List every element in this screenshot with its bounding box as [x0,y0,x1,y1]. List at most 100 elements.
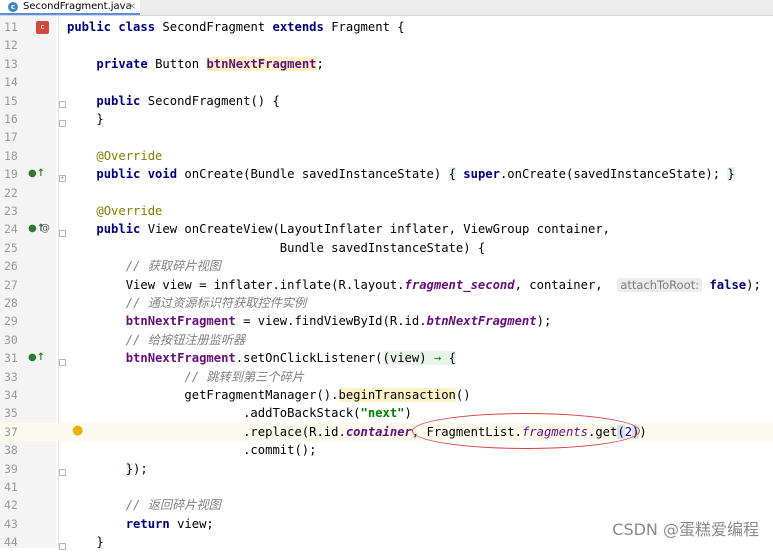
line-number: 43 [4,516,18,531]
code-line-current: 37 .replace(R.id.container, FragmentList… [0,422,773,442]
line-number: 23 [4,204,18,218]
line-number: 25 [4,240,18,255]
line-number: 35 [4,406,18,421]
code-line: 29 btnNextFragment = view.findViewById(R… [0,312,773,330]
line-number: 44 [4,535,18,550]
code-line: 19 public void onCreate(Bundle savedInst… [0,165,773,183]
close-icon[interactable]: × [128,0,136,13]
fold-marker[interactable] [59,230,66,237]
code-text: private Button btnNextFragment; [96,56,324,71]
line-number: 16 [4,112,18,126]
fold-marker[interactable] [59,543,66,550]
fold-marker[interactable] [59,101,66,108]
code-text: @Override [96,204,163,218]
code-line: 14 [0,73,773,91]
java-class-icon: c [8,2,18,12]
code-text: // 跳转到第三个碎片 [184,369,304,384]
code-text: getFragmentManager().beginTransaction() [67,388,471,402]
code-line: 13 private Button btnNextFragment; [0,55,773,73]
code-line: 11 public class SecondFragment extends F… [0,18,773,36]
code-line: 27 View view = inflater.inflate(R.layout… [0,276,773,294]
line-number: 28 [4,296,18,310]
code-line: 22 [0,184,773,202]
code-line: 34 getFragmentManager().beginTransaction… [0,386,773,404]
code-line: 17 [0,128,773,146]
tab-second-fragment[interactable]: c SecondFragment.java × [0,0,140,15]
code-line: 41 [0,478,773,496]
line-number: 42 [4,498,18,513]
line-number: 39 [4,461,18,476]
code-text: }); [125,461,148,476]
line-number: 12 [4,38,18,53]
line-number: 34 [4,388,18,402]
line-number: 14 [4,75,18,90]
line-number: 19 [4,167,18,182]
code-text: // 通过资源标识符获取控件实例 [125,296,307,310]
code-line: 24 public View onCreateView(LayoutInflat… [0,220,773,238]
code-text: public View onCreateView(LayoutInflater … [96,222,610,237]
code-line: 39 }); [0,460,773,478]
fold-marker[interactable] [59,120,66,127]
code-text: return view; [125,516,214,531]
line-number: 33 [4,369,18,384]
watermark: CSDN @蛋糕爱编程 [612,520,759,539]
code-text: public class SecondFragment extends Frag… [67,20,405,34]
fold-marker[interactable] [59,469,66,476]
tab-label: SecondFragment.java [23,1,132,12]
code-line: 15 public SecondFragment() { [0,92,773,110]
line-number: 22 [4,185,18,200]
code-text: } [67,112,104,126]
code-line: 30 // 给按钮注册监听器 [0,331,773,349]
code-editor[interactable]: 11 public class SecondFragment extends F… [0,16,773,550]
code-line: 33 // 跳转到第三个碎片 [0,368,773,386]
class-icon[interactable]: c [36,21,49,34]
line-number: 31 [4,351,18,366]
code-line: 38 .commit(); [0,441,773,459]
code-line: 42 // 返回碎片视图 [0,496,773,514]
parameter-hint: attachToRoot: [617,277,703,292]
code-line: 26 // 获取碎片视图 [0,257,773,275]
fold-marker[interactable]: + [59,175,66,182]
code-text: public SecondFragment() { [96,93,280,108]
intention-bulb-icon[interactable]: ● [72,424,83,437]
override-icon[interactable]: ●↑ [28,168,45,180]
code-line: 25 Bundle savedInstanceState) { [0,239,773,257]
code-text: btnNextFragment.setOnClickListener((view… [125,351,456,366]
code-text: btnNextFragment = view.findViewById(R.id… [125,314,552,329]
line-number: 11 [4,20,18,34]
code-line: 28 // 通过资源标识符获取控件实例 [0,294,773,312]
line-number: 17 [4,130,18,145]
editor-tab-bar: c SecondFragment.java × [0,0,773,16]
fold-marker[interactable] [59,359,66,366]
line-number: 30 [4,332,18,347]
code-text: .addToBackStack("next") [67,406,412,421]
code-text: // 给按钮注册监听器 [125,332,246,347]
code-text: public void onCreate(Bundle savedInstanc… [96,167,735,182]
line-number: 18 [4,148,18,163]
code-text: Bundle savedInstanceState) { [67,240,486,255]
code-line: 23 @Override [0,202,773,220]
line-number: 13 [4,56,18,71]
code-text: // 获取碎片视图 [125,259,221,274]
override-icon[interactable]: ●↑ [28,352,45,364]
line-number: 41 [4,480,18,494]
code-text: .commit(); [67,443,317,458]
line-number: 15 [4,93,18,108]
code-line: 12 [0,36,773,54]
code-line: 18 @Override [0,147,773,165]
code-text: View view = inflater.inflate(R.layout.fr… [67,277,761,292]
line-number: 26 [4,259,18,274]
code-text: // 返回碎片视图 [125,498,221,513]
code-line: 16 } [0,110,773,128]
line-number: 37 [4,424,18,439]
line-number: 24 [4,222,18,237]
line-number: 29 [4,314,18,329]
annotation-at-icon: @ [40,223,50,234]
red-annotation-ellipse [412,413,640,449]
line-number: 38 [4,443,18,458]
code-line: 31 btnNextFragment.setOnClickListener((v… [0,349,773,367]
code-line: 35 .addToBackStack("next") [0,404,773,422]
code-text: } [67,535,104,550]
code-text: @Override [96,148,163,163]
line-number: 27 [4,277,18,292]
